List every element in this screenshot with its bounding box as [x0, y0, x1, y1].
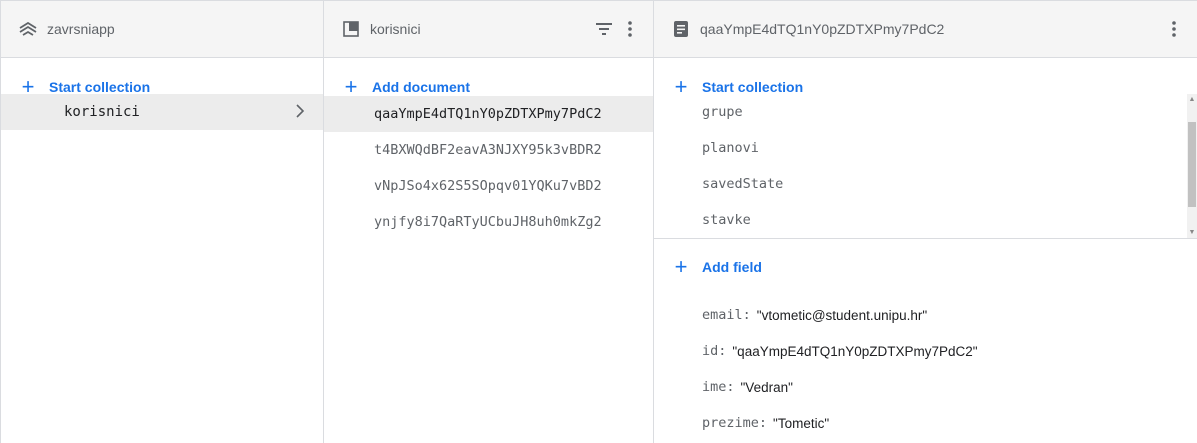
plus-icon: +	[344, 74, 358, 99]
scroll-down-arrow-icon[interactable]: ▼	[1188, 229, 1196, 236]
document-item[interactable]: vNpJSo4x62S5SOpqv01YQKu7vBD2	[324, 168, 653, 204]
document-item[interactable]: ynjfy8i7QaRTyUCbuJH8uh0mkZg2	[324, 204, 653, 240]
field-value: "qaaYmpE4dTQ1nY0pZDTXPmy7PdC2"	[732, 343, 978, 359]
add-document-label: Add document	[372, 79, 470, 95]
field-value: "Vedran"	[740, 379, 793, 395]
subcollection-list: grupe planovi savedState stavke ▲ ▼	[654, 94, 1197, 239]
firestore-data-viewer: zavrsniapp + Start collection korisnici …	[0, 0, 1197, 443]
scrollbar[interactable]: ▲ ▼	[1187, 94, 1197, 238]
field-key: ime:	[702, 379, 735, 395]
subcollection-item[interactable]: savedState	[654, 166, 1197, 202]
field-row[interactable]: ime: "Vedran"	[654, 369, 1197, 405]
collection-panel-header: korisnici	[324, 1, 653, 58]
field-key: prezime:	[702, 415, 768, 431]
document-item[interactable]: t4BXWQdBF2eavA3NJXY95k3vBDR2	[324, 132, 653, 168]
scroll-up-arrow-icon[interactable]: ▲	[1188, 96, 1196, 103]
document-list: qaaYmpE4dTQ1nY0pZDTXPmy7PdC2 t4BXWQdBF2e…	[324, 96, 653, 240]
filter-icon[interactable]	[595, 20, 613, 38]
plus-icon: +	[21, 74, 35, 99]
chevron-right-icon	[295, 103, 305, 122]
add-field-label: Add field	[702, 259, 762, 275]
document-title: qaaYmpE4dTQ1nY0pZDTXPmy7PdC2	[700, 21, 945, 37]
subcollection-item[interactable]: grupe	[654, 94, 1197, 130]
field-row[interactable]: email: "vtometic@student.unipu.hr"	[654, 297, 1197, 333]
project-title: zavrsniapp	[47, 21, 115, 37]
add-field-button[interactable]: + Add field	[654, 239, 1197, 295]
start-subcollection-label: Start collection	[702, 79, 804, 95]
subcollection-item[interactable]: stavke	[654, 202, 1197, 238]
document-panel: qaaYmpE4dTQ1nY0pZDTXPmy7PdC2 + Start col…	[654, 1, 1197, 443]
collection-panel: korisnici + Add document qaaYmpE4dTQ1nY0…	[324, 1, 654, 443]
document-item[interactable]: qaaYmpE4dTQ1nY0pZDTXPmy7PdC2	[324, 96, 653, 132]
field-key: email:	[702, 307, 751, 323]
collection-item-label: korisnici	[64, 104, 140, 120]
collection-item-korisnici[interactable]: korisnici	[1, 94, 323, 130]
collection-icon	[342, 20, 360, 38]
scrollbar-thumb[interactable]	[1188, 122, 1196, 207]
field-value: "Tometic"	[773, 415, 830, 431]
field-row[interactable]: id: "qaaYmpE4dTQ1nY0pZDTXPmy7PdC2"	[654, 333, 1197, 369]
collection-title: korisnici	[370, 21, 421, 37]
field-row[interactable]: prezime: "Tometic"	[654, 405, 1197, 441]
root-panel: zavrsniapp + Start collection korisnici	[1, 1, 324, 443]
project-icon	[19, 20, 37, 38]
document-icon	[672, 20, 690, 38]
subcollection-item[interactable]: planovi	[654, 130, 1197, 166]
field-value: "vtometic@student.unipu.hr"	[756, 307, 928, 323]
root-panel-header: zavrsniapp	[1, 1, 323, 58]
start-collection-label: Start collection	[49, 79, 151, 95]
field-key: id:	[702, 343, 727, 359]
document-panel-header: qaaYmpE4dTQ1nY0pZDTXPmy7PdC2	[654, 1, 1197, 58]
more-vert-icon[interactable]	[621, 20, 639, 38]
field-list: email: "vtometic@student.unipu.hr" id: "…	[654, 295, 1197, 441]
more-vert-icon[interactable]	[1165, 20, 1183, 38]
plus-icon: +	[674, 254, 688, 279]
